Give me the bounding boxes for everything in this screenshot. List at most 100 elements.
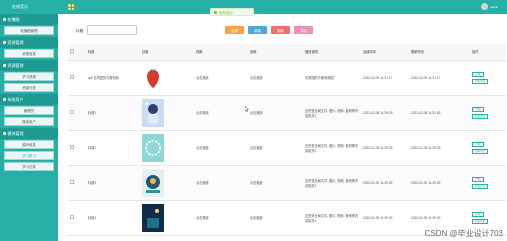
toast-text: 操作成功 [219,10,233,15]
updated-time-cell: 2023-02-09 11:29:29 [409,165,470,201]
checkbox-cell [68,165,86,201]
delete-button[interactable]: 删除 [271,26,290,34]
table-row: 标题2 点击播放 点击播放 这些是全局文件, 图片, 视频, 音频等内容相关2 2023… [68,130,506,166]
row-checkbox[interactable] [70,110,74,114]
success-toast: 操作成功 [210,8,254,16]
ops-cell: 详情 查看评论 [470,130,506,166]
detail-button[interactable]: 详情 [472,71,484,77]
row-checkbox[interactable] [70,180,74,184]
query-button[interactable]: 查询 [225,26,244,34]
user-name[interactable]: admin [490,5,498,9]
updated-time-cell: 2023-02-09 11:31:03 [409,95,470,131]
sidebar-item[interactable]: 资源分类 [4,83,54,92]
sidebar-item[interactable]: 资源信息 [4,49,54,58]
table-header: 标题 封面 视频 音频 播放说明 创建时间 更新时间 操作 [68,44,506,61]
view-comments-button[interactable]: 查看评论 [472,183,488,189]
cover-image [142,133,164,162]
audio-cell[interactable]: 点击播放 [248,165,303,201]
sidebar-section[interactable]: 资源管理 [0,37,58,48]
sidebar-item[interactable]: 学习记录 [4,162,54,171]
search-label: 标题 [76,29,84,33]
view-comments-button[interactable]: 查看评论 [472,113,488,119]
sidebar-section-label: 轮播图 [7,16,20,22]
view-comments-button[interactable]: 查看评论 [472,148,488,154]
add-button[interactable]: 新增 [248,26,267,34]
ops-cell: 详情 查看评论 [470,165,506,201]
video-cell[interactable]: 点击播放 [194,165,248,201]
column-header: 封面 [140,44,194,61]
title-cell: 标题4 [86,200,140,236]
created-time-cell: 2023-02-09 11:29:29 [361,165,409,201]
sidebar-item[interactable]: 管理员 [4,106,54,115]
cover-image [142,203,164,232]
column-header: 播放说明 [303,44,361,61]
cover-cell [140,95,194,131]
sidebar-section[interactable]: 模块管理 [0,128,58,139]
row-checkbox[interactable] [70,215,74,219]
column-header: 更新时间 [409,44,470,61]
detail-button[interactable]: 详情 [472,211,484,217]
view-comments-button[interactable]: 查看评论 [472,78,488,84]
detail-button[interactable]: 详情 [472,176,484,182]
video-cell[interactable]: 点击播放 [194,95,248,131]
row-checkbox[interactable] [70,75,74,79]
table-row: qdf 去周园的青葡萄和 点击播放 点击播放 去周园的青葡萄和园 2023-02-09 … [68,60,506,96]
title-cell: 标题3 [86,165,140,201]
sidebar-item[interactable]: 轮播图管理 [4,26,54,35]
table-row: 标题3 点击播放 点击播放 这些是全局文件, 图片, 视频, 音频等内容相关3 2023… [68,165,506,201]
sidebar-item[interactable]: 学习练习 [4,151,54,160]
sidebar-section-label: 模块管理 [7,130,24,136]
video-cell[interactable]: 点击播放 [194,200,248,236]
column-header: 视频 [194,44,248,61]
audio-cell[interactable]: 点击播放 [248,130,303,166]
section-dot-icon [3,132,6,135]
sidebar-item[interactable]: 微信用户 [4,117,54,126]
view-comments-button[interactable]: 查看评论 [472,218,488,224]
audio-cell[interactable]: 点击播放 [248,60,303,96]
row-actions: 详情 查看评论 [472,141,506,154]
updated-time-cell: 2023-02-09 11:29:29 [409,130,470,166]
description-cell: 去周园的青葡萄和园 [303,60,361,96]
column-header: 操作 [470,44,506,61]
detail-button[interactable]: 详情 [472,141,484,147]
sidebar: 轮播图 轮播图管理 资源管理 资源信息 资源管理 学习资源 资源分类 系统用户 管理员 微信用户模… [0,14,58,241]
video-cell[interactable]: 点击播放 [194,130,248,166]
column-header: 音频 [248,44,303,61]
cover-cell [140,130,194,166]
ops-cell: 详情 查看评论 [470,95,506,131]
sidebar-section[interactable]: 资源管理 [0,60,58,71]
row-actions: 详情 查看评论 [472,211,506,224]
sidebar-item[interactable]: 学习资源 [4,72,54,81]
title-cell: qdf 去周园的青葡萄和 [86,60,140,96]
row-checkbox[interactable] [70,145,74,149]
checkbox-cell [68,130,86,166]
mouse-cursor-icon [245,106,249,112]
sidebar-section[interactable]: 系统用户 [0,94,58,105]
data-table: 标题 封面 视频 音频 播放说明 创建时间 更新时间 操作 qdf 去周园的青葡萄和 点击播放点… [68,44,506,236]
sidebar-section-label: 系统用户 [7,96,24,102]
table-row: 标题1 点击播放 点击播放 这些是全局文件, 图片, 视频, 音频等内容相关1 2023… [68,95,506,131]
avatar[interactable] [481,3,488,10]
app-root: 在线音乐 admin 轮播图 轮播图管理 资源管理 资源信息 资源管理 学习资源 资源分类系… [0,0,507,241]
checkbox-cell [68,200,86,236]
updated-time-cell: 2023-02-09 11:37:17 [409,60,470,96]
watermark: CSDN @毕业设计703 [424,229,503,238]
cover-image [142,63,164,92]
column-header: 创建时间 [361,44,409,61]
menu-toggle-icon[interactable] [68,4,74,10]
audio-cell[interactable]: 点击播放 [248,95,303,131]
created-time-cell: 2023-02-09 11:37:17 [361,60,409,96]
row-actions: 详情 查看评论 [472,176,506,189]
export-button[interactable]: 导出 [294,26,313,34]
cover-cell [140,60,194,96]
cover-cell [140,165,194,201]
search-input[interactable] [87,25,137,35]
sidebar-section[interactable]: 轮播图 [0,14,58,25]
audio-cell[interactable]: 点击播放 [248,200,303,236]
sidebar-item[interactable]: 模块信息 [4,140,54,149]
sidebar-section-label: 资源管理 [7,39,24,45]
app-title: 在线音乐 [12,4,28,9]
detail-button[interactable]: 详情 [472,106,484,112]
video-cell[interactable]: 点击播放 [194,60,248,96]
select-all-checkbox[interactable] [70,49,74,54]
